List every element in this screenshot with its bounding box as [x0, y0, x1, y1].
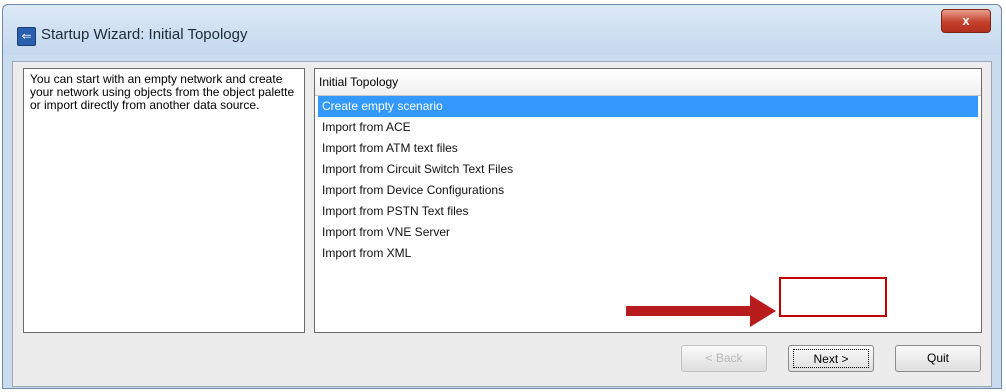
quit-button[interactable]: Quit — [895, 345, 981, 372]
list-item-create-empty-scenario[interactable]: Create empty scenario — [318, 96, 978, 117]
list-item-import-xml[interactable]: Import from XML — [318, 243, 978, 264]
window-title: Startup Wizard: Initial Topology — [41, 26, 248, 43]
list-item-import-pstn[interactable]: Import from PSTN Text files — [318, 201, 978, 222]
description-panel: You can start with an empty network and … — [23, 68, 305, 333]
next-button[interactable]: Next > — [788, 345, 874, 372]
back-button[interactable]: < Back — [681, 345, 767, 372]
startup-wizard-window: ⇐ Startup Wizard: Initial Topology x You… — [2, 4, 1002, 389]
close-button[interactable]: x — [941, 9, 991, 33]
list-header: Initial Topology — [315, 69, 981, 96]
annotation-arrow-shaft — [626, 306, 752, 316]
list-item-import-vne-server[interactable]: Import from VNE Server — [318, 222, 978, 243]
title-bar[interactable]: ⇐ Startup Wizard: Initial Topology x — [3, 5, 1001, 55]
list-item-import-circuit-switch[interactable]: Import from Circuit Switch Text Files — [318, 159, 978, 180]
list-item-import-atm[interactable]: Import from ATM text files — [318, 138, 978, 159]
annotation-arrow-icon — [750, 295, 776, 327]
list-item-import-device-configurations[interactable]: Import from Device Configurations — [318, 180, 978, 201]
next-button-label: Next > — [793, 349, 869, 368]
wizard-arrow-icon: ⇐ — [17, 27, 36, 46]
next-highlight-box — [779, 277, 887, 317]
wizard-body: You can start with an empty network and … — [12, 61, 992, 387]
list-item-import-ace[interactable]: Import from ACE — [318, 117, 978, 138]
